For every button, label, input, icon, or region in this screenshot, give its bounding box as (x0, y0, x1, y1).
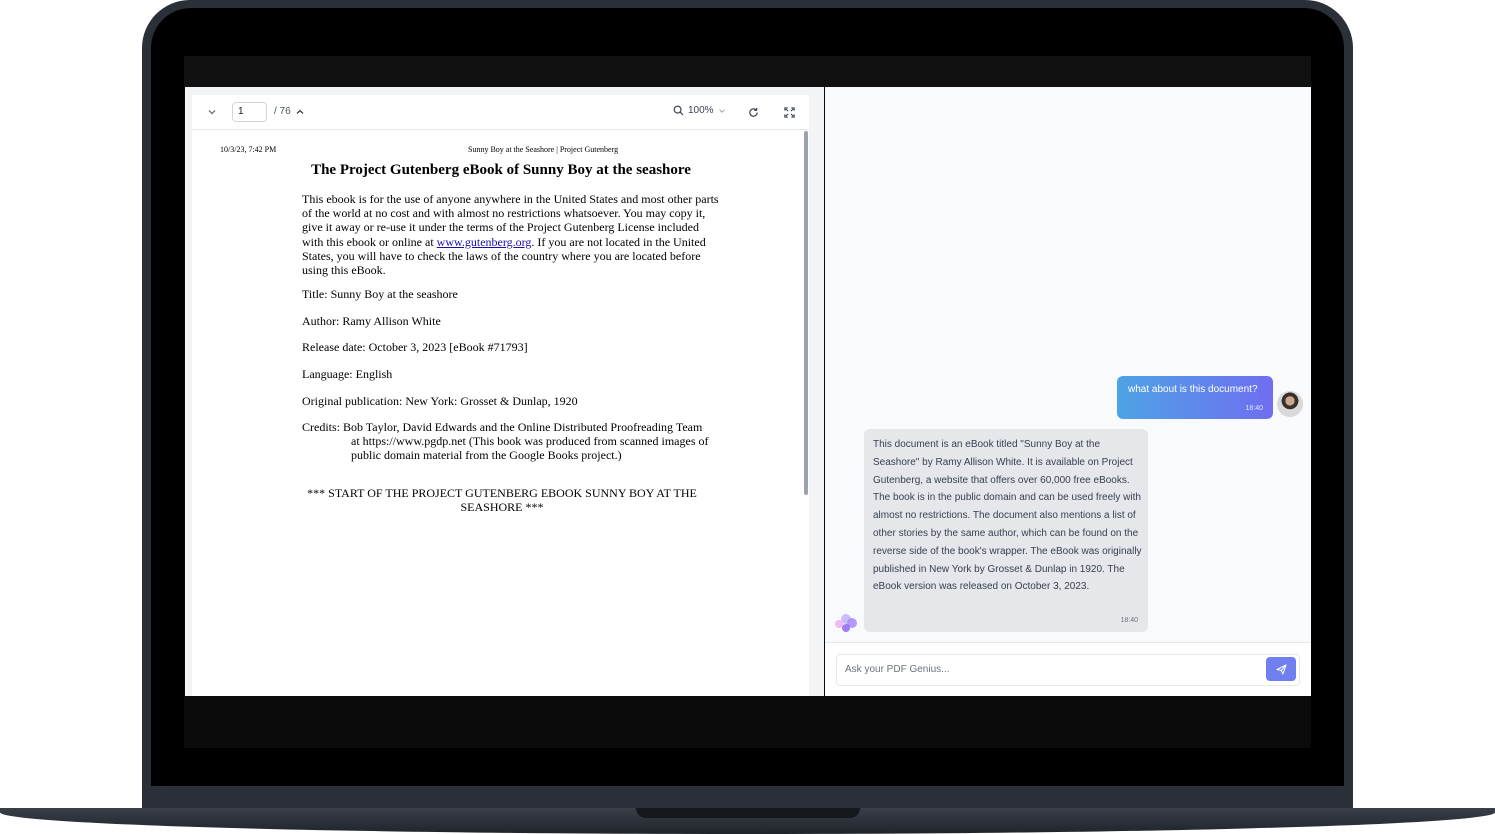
assistant-message-time: 18:40 (1120, 617, 1138, 624)
search-icon (673, 105, 684, 116)
user-avatar (1277, 391, 1303, 417)
release-line: Release date: October 3, 2023 [eBook #71… (302, 340, 528, 354)
pdf-viewer: 1 / 76 100% 10/3/23, 7:42 PM Sunny Boy a… (192, 95, 809, 696)
pdf-scrollbar[interactable] (804, 131, 808, 495)
page-total: / 76 (274, 106, 291, 117)
credits-line-1: Credits: Bob Taylor, David Edwards and t… (302, 420, 703, 434)
zoom-level: 100% (688, 105, 714, 116)
send-button[interactable] (1266, 657, 1296, 681)
pdf-page: 10/3/23, 7:42 PM Sunny Boy at the Seasho… (192, 130, 802, 696)
assistant-message-text: This document is an eBook titled "Sunny … (873, 439, 1142, 593)
language-line: Language: English (302, 367, 393, 381)
assistant-logo-icon (835, 614, 857, 632)
previous-page-button[interactable] (292, 104, 308, 120)
screen-bottom-bar (184, 696, 1311, 748)
gutenberg-link[interactable]: www.gutenberg.org (437, 235, 532, 249)
fullscreen-button[interactable] (781, 104, 797, 120)
user-message-time: 18:40 (1245, 405, 1263, 412)
chevron-down-icon (718, 108, 725, 113)
chevron-down-icon (208, 110, 216, 115)
author-line: Author: Ramy Allison White (302, 314, 441, 328)
chevron-up-icon (296, 109, 304, 114)
chat-input-placeholder: Ask your PDF Genius... (845, 664, 950, 675)
chat-input-bar: Ask your PDF Genius... (825, 642, 1311, 697)
page-number-input[interactable]: 1 (232, 102, 267, 122)
screen: 1 / 76 100% 10/3/23, 7:42 PM Sunny Boy a… (184, 56, 1311, 748)
rotate-button[interactable] (745, 104, 761, 120)
browser-top-bar (184, 56, 1311, 87)
credits: Credits: Bob Taylor, David Edwards and t… (302, 420, 732, 463)
chat-pane: what about is this document? 18:40 This … (825, 87, 1311, 697)
chat-input[interactable]: Ask your PDF Genius... (836, 654, 1300, 686)
user-message: what about is this document? 18:40 (1117, 376, 1273, 419)
pdf-viewer-pane: 1 / 76 100% 10/3/23, 7:42 PM Sunny Boy a… (185, 87, 824, 696)
laptop-notch (636, 808, 860, 818)
zoom-control[interactable]: 100% (673, 105, 726, 116)
pdf-toolbar: 1 / 76 100% (192, 95, 809, 130)
user-message-text: what about is this document? (1128, 384, 1258, 395)
page-header-date: 10/3/23, 7:42 PM (220, 145, 277, 154)
title-line: Title: Sunny Boy at the seashore (302, 287, 458, 301)
next-page-button[interactable] (204, 104, 220, 120)
credits-line-2: at https://www.pgdp.net (This book was p… (351, 434, 709, 449)
refresh-icon (748, 107, 758, 117)
fullscreen-icon (783, 106, 795, 118)
send-icon (1275, 663, 1287, 675)
publication-line: Original publication: New York: Grosset … (302, 394, 578, 408)
start-marker: *** START OF THE PROJECT GUTENBERG EBOOK… (307, 486, 697, 515)
document-intro: This ebook is for the use of anyone anyw… (302, 192, 722, 277)
assistant-message: This document is an eBook titled "Sunny … (864, 429, 1148, 632)
document-title: The Project Gutenberg eBook of Sunny Boy… (311, 162, 691, 178)
page-header-title: Sunny Boy at the Seashore | Project Gute… (468, 145, 619, 154)
credits-line-3: public domain material from the Google B… (351, 448, 622, 463)
